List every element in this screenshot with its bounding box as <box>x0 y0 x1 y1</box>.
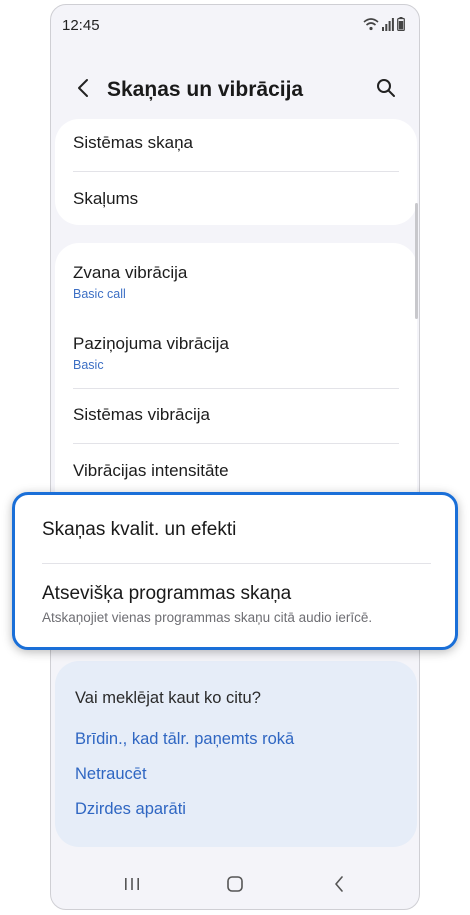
separate-app-sound-label: Atsevišķa programmas skaņa <box>42 583 292 604</box>
notification-vibration-value: Basic <box>73 358 104 372</box>
highlighted-settings-callout: Skaņas kvalit. un efekti Atsevišķa progr… <box>12 492 458 650</box>
volume-label: Skaļums <box>73 189 139 208</box>
wifi-icon <box>363 17 379 36</box>
suggestion-link-do-not-disturb[interactable]: Netraucēt <box>75 765 147 784</box>
separate-app-sound-item[interactable]: Atsevišķa programmas skaņa Atskaņojiet v… <box>42 583 431 625</box>
battery-icon <box>397 17 405 36</box>
system-vibration-item[interactable]: Sistēmas vibrācija <box>73 405 399 425</box>
divider <box>73 443 399 444</box>
suggestion-link-hearing-aids[interactable]: Dzirdes aparāti <box>75 800 186 819</box>
nav-back-button[interactable] <box>324 873 354 899</box>
system-sound-item[interactable]: Sistēmas skaņa <box>73 133 399 153</box>
home-icon <box>226 875 244 898</box>
navigation-bar <box>51 863 419 909</box>
suggestion-link-pickup-alert[interactable]: Brīdin., kad tālr. paņemts rokā <box>75 730 294 749</box>
status-time: 12:45 <box>62 17 100 34</box>
divider <box>73 171 399 172</box>
notification-vibration-label: Paziņojuma vibrācija <box>73 334 229 353</box>
separate-app-sound-description: Atskaņojiet vienas programmas skaņu citā… <box>42 610 373 625</box>
home-button[interactable] <box>220 873 250 899</box>
back-button[interactable] <box>69 75 97 105</box>
divider <box>42 563 431 564</box>
status-icons <box>363 17 405 36</box>
call-vibration-label: Zvana vibrācija <box>73 263 188 282</box>
sound-settings-card: Sistēmas skaņa Skaļums <box>55 119 417 225</box>
suggestions-heading: Vai meklējat kaut ko citu? <box>75 689 261 707</box>
signal-icon <box>382 17 394 36</box>
notification-vibration-item[interactable]: Paziņojuma vibrācija Basic <box>73 334 399 372</box>
system-sound-label: Sistēmas skaņa <box>73 133 193 152</box>
divider <box>73 388 399 389</box>
recents-button[interactable] <box>117 873 147 899</box>
sound-quality-effects-item[interactable]: Skaņas kvalit. un efekti <box>42 519 431 541</box>
search-icon <box>376 78 396 103</box>
vibration-intensity-item[interactable]: Vibrācijas intensitāte <box>73 461 399 481</box>
recents-icon <box>123 876 141 897</box>
header-bar: Skaņas un vibrācija <box>51 67 419 113</box>
status-bar: 12:45 <box>51 5 419 45</box>
suggestions-card: Vai meklējat kaut ko citu? Brīdin., kad … <box>55 661 417 847</box>
volume-item[interactable]: Skaļums <box>73 189 399 209</box>
chevron-left-icon <box>77 78 89 103</box>
search-button[interactable] <box>371 75 401 105</box>
system-vibration-label: Sistēmas vibrācija <box>73 405 210 424</box>
scrollbar-thumb[interactable] <box>415 203 418 319</box>
call-vibration-item[interactable]: Zvana vibrācija Basic call <box>73 263 399 301</box>
call-vibration-value: Basic call <box>73 287 126 301</box>
vibration-intensity-label: Vibrācijas intensitāte <box>73 461 229 480</box>
vibration-settings-card: Zvana vibrācija Basic call Paziņojuma vi… <box>55 243 417 513</box>
page-title: Skaņas un vibrācija <box>107 78 304 101</box>
nav-back-icon <box>333 875 345 898</box>
phone-screen: 12:45 Skaņas un vibrācija Sistēmas skaņa… <box>50 4 420 910</box>
sound-quality-effects-label: Skaņas kvalit. un efekti <box>42 519 237 540</box>
